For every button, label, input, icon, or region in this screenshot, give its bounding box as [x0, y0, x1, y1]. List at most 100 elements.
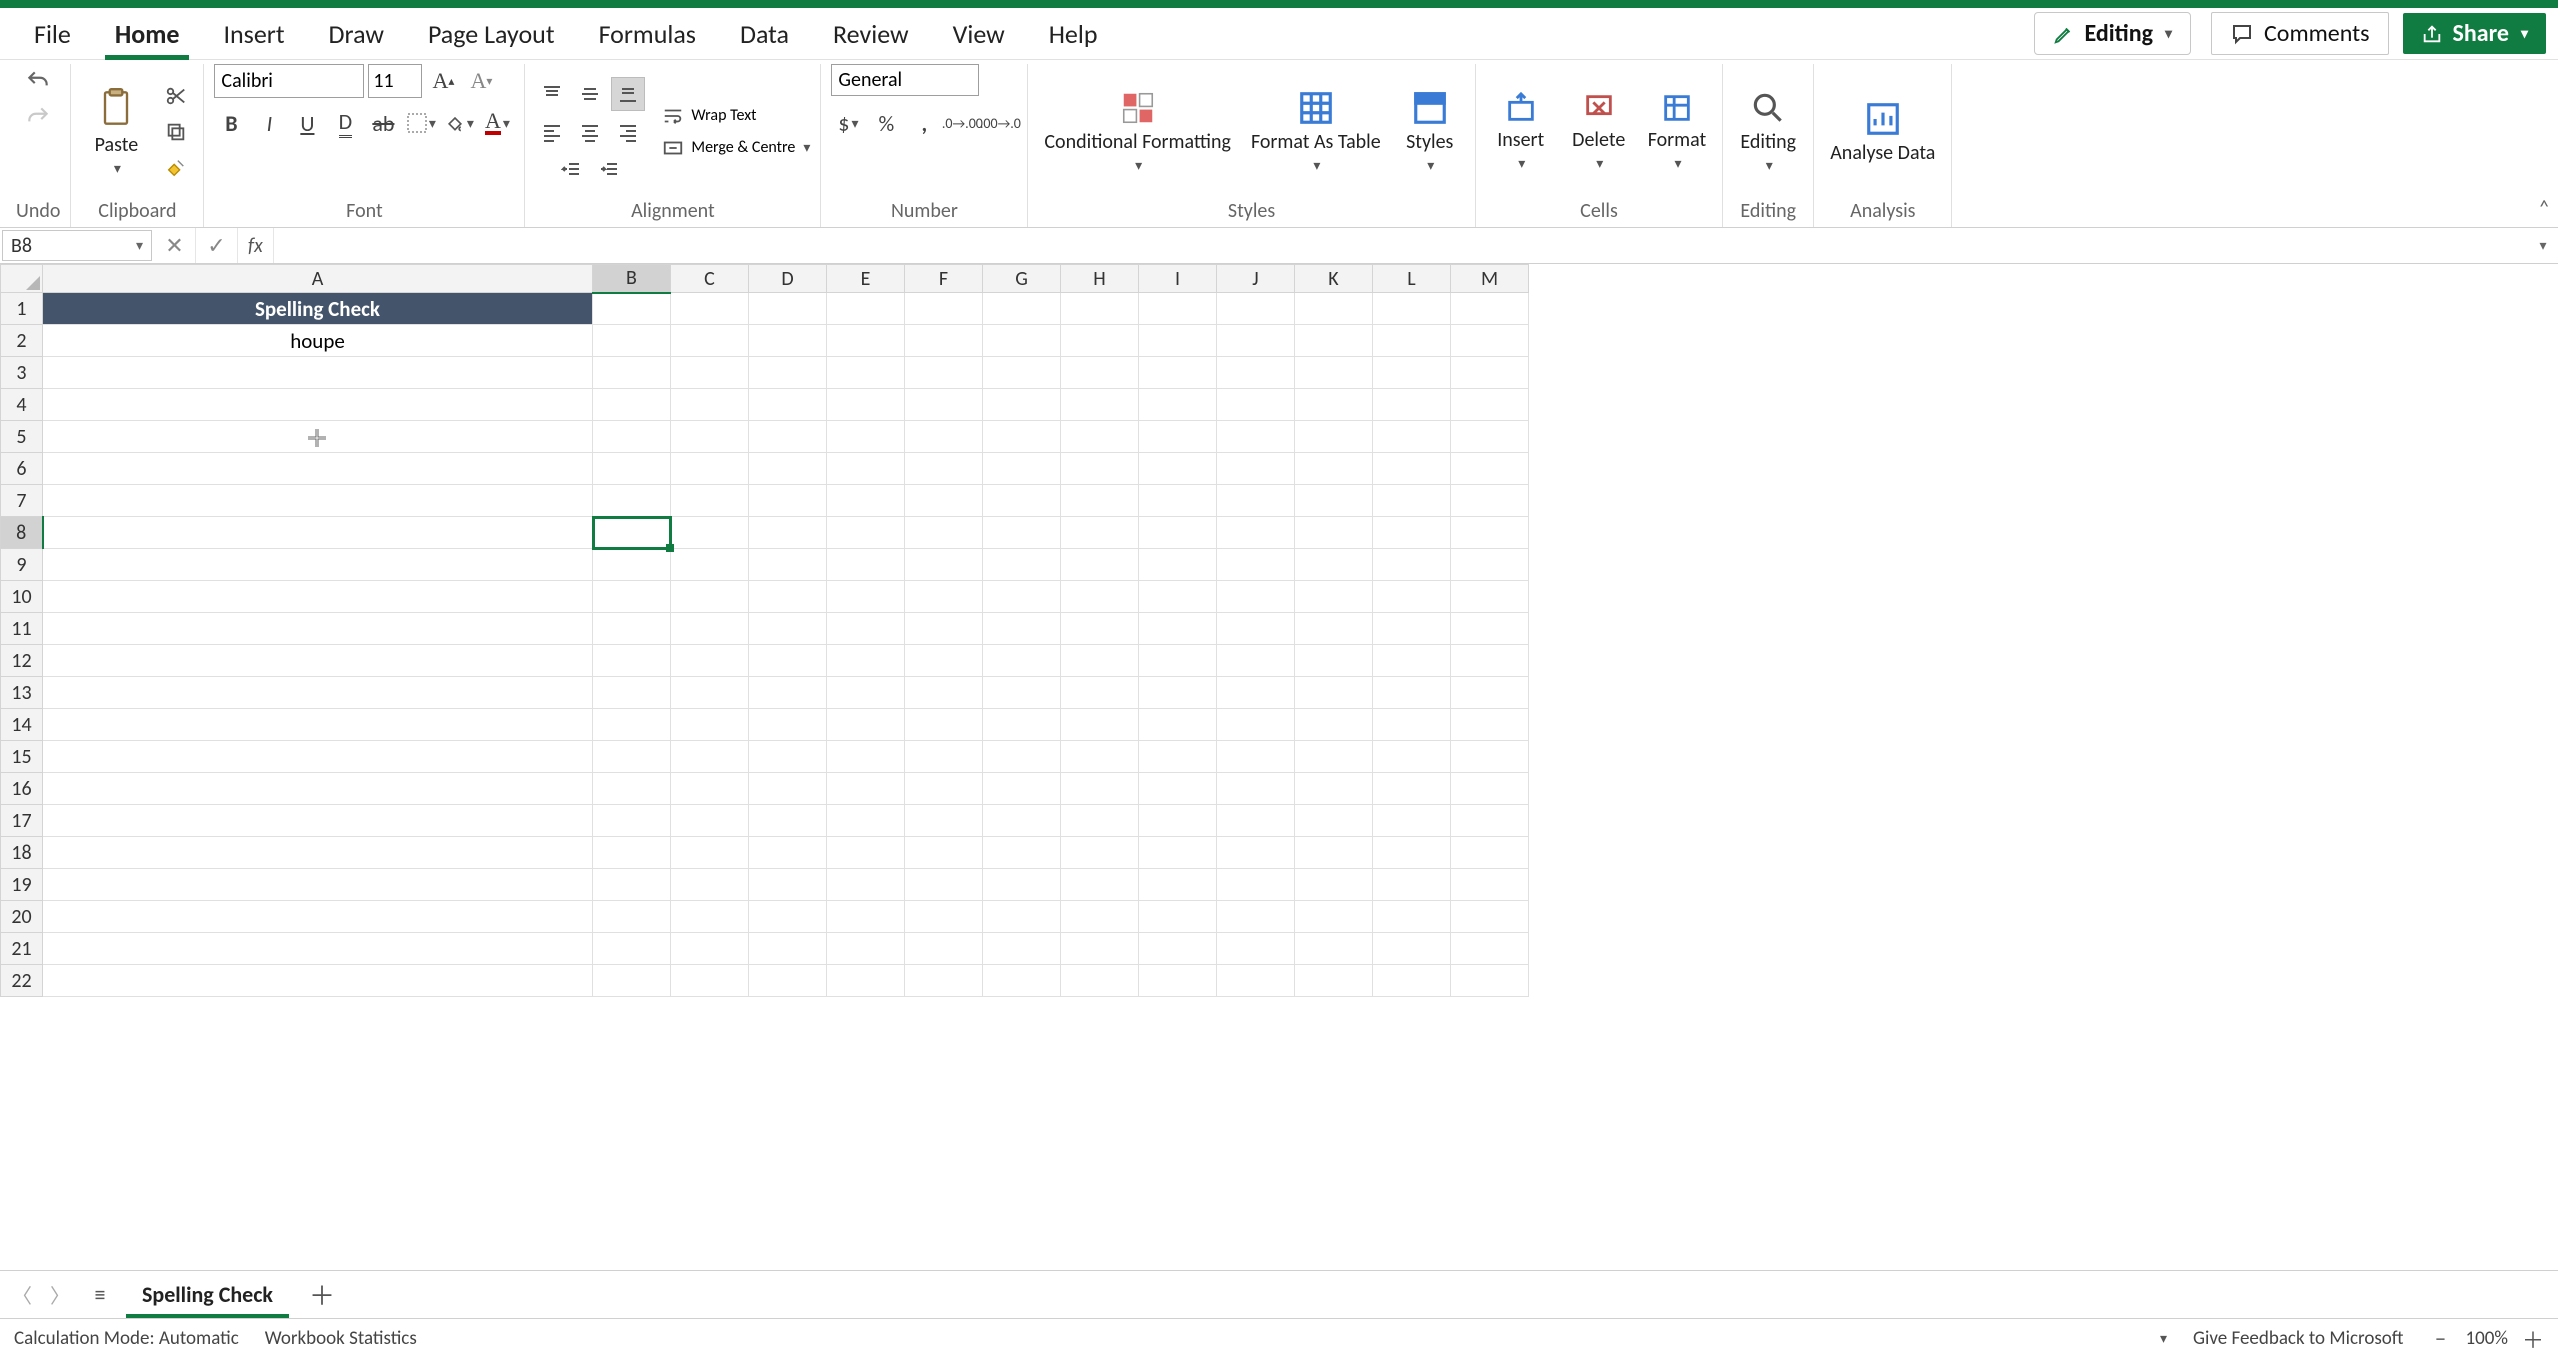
cell[interactable]: [43, 741, 593, 773]
underline-button[interactable]: U: [290, 106, 324, 140]
cell[interactable]: [43, 645, 593, 677]
tab-page-layout[interactable]: Page Layout: [406, 8, 577, 60]
cell[interactable]: [905, 581, 983, 613]
cell[interactable]: [827, 293, 905, 325]
cell[interactable]: [905, 325, 983, 357]
cell[interactable]: [1061, 901, 1139, 933]
cell[interactable]: [749, 389, 827, 421]
cell[interactable]: [749, 421, 827, 453]
enter-formula-button[interactable]: ✓: [196, 228, 238, 263]
align-bottom-button[interactable]: [611, 77, 645, 111]
cell[interactable]: [1217, 549, 1295, 581]
cell[interactable]: [1139, 293, 1217, 325]
cell[interactable]: [749, 549, 827, 581]
cell[interactable]: [1139, 453, 1217, 485]
cell[interactable]: [1373, 741, 1451, 773]
cell[interactable]: [905, 805, 983, 837]
cell[interactable]: [593, 613, 671, 645]
cell[interactable]: [749, 869, 827, 901]
cell[interactable]: [983, 613, 1061, 645]
cell[interactable]: Spelling Check: [43, 293, 593, 325]
cell[interactable]: [593, 357, 671, 389]
cell[interactable]: [749, 485, 827, 517]
cell[interactable]: [593, 581, 671, 613]
row-header[interactable]: 19: [1, 869, 43, 901]
next-sheet-button[interactable]: 〉: [46, 1281, 74, 1309]
cell[interactable]: [1217, 741, 1295, 773]
cell[interactable]: [1373, 709, 1451, 741]
cell[interactable]: [43, 421, 593, 453]
cell[interactable]: [827, 645, 905, 677]
row-header[interactable]: 21: [1, 933, 43, 965]
editing-group-button[interactable]: Editing▾: [1733, 85, 1803, 178]
decrease-decimal-button[interactable]: .00→.0: [983, 106, 1017, 140]
column-header[interactable]: M: [1451, 265, 1529, 293]
cell[interactable]: [827, 421, 905, 453]
column-header[interactable]: B: [593, 265, 671, 293]
cell[interactable]: [671, 901, 749, 933]
delete-cells-button[interactable]: Delete▾: [1564, 87, 1634, 176]
cell[interactable]: [827, 837, 905, 869]
cell[interactable]: [749, 453, 827, 485]
cell[interactable]: [983, 773, 1061, 805]
cell[interactable]: [1295, 549, 1373, 581]
cell[interactable]: [593, 773, 671, 805]
column-header[interactable]: G: [983, 265, 1061, 293]
redo-button[interactable]: [21, 100, 55, 134]
cell[interactable]: [1295, 741, 1373, 773]
cell[interactable]: [827, 741, 905, 773]
font-name-select[interactable]: [214, 64, 364, 98]
cell[interactable]: [905, 645, 983, 677]
cell[interactable]: [1139, 581, 1217, 613]
cell[interactable]: [983, 453, 1061, 485]
cell[interactable]: [43, 965, 593, 997]
zoom-in-button[interactable]: ＋: [2522, 1323, 2544, 1355]
cell[interactable]: [1139, 677, 1217, 709]
cell[interactable]: [671, 709, 749, 741]
cell[interactable]: [1295, 869, 1373, 901]
cell[interactable]: [1139, 357, 1217, 389]
cell[interactable]: [1139, 869, 1217, 901]
cell[interactable]: [749, 581, 827, 613]
column-header[interactable]: A: [43, 265, 593, 293]
cell[interactable]: [1451, 421, 1529, 453]
cell[interactable]: [1451, 485, 1529, 517]
cell[interactable]: [671, 613, 749, 645]
cell[interactable]: [983, 325, 1061, 357]
cell[interactable]: [1217, 485, 1295, 517]
insert-cells-button[interactable]: Insert▾: [1486, 87, 1556, 176]
cell[interactable]: [749, 965, 827, 997]
cell[interactable]: houpe: [43, 325, 593, 357]
cell[interactable]: [1139, 549, 1217, 581]
cell[interactable]: [905, 901, 983, 933]
row-header[interactable]: 11: [1, 613, 43, 645]
cell[interactable]: [749, 645, 827, 677]
feedback-button[interactable]: Give Feedback to Microsoft: [2193, 1327, 2404, 1350]
row-header[interactable]: 2: [1, 325, 43, 357]
cell[interactable]: [1451, 773, 1529, 805]
cell[interactable]: [1217, 389, 1295, 421]
cell[interactable]: [1061, 645, 1139, 677]
cell[interactable]: [1373, 421, 1451, 453]
cell[interactable]: [983, 357, 1061, 389]
cell[interactable]: [1217, 709, 1295, 741]
cell[interactable]: [827, 453, 905, 485]
cell[interactable]: [983, 805, 1061, 837]
cell[interactable]: [1295, 837, 1373, 869]
cell[interactable]: [827, 901, 905, 933]
cell[interactable]: [983, 389, 1061, 421]
cell[interactable]: [1451, 581, 1529, 613]
cell[interactable]: [1373, 965, 1451, 997]
cell[interactable]: [1139, 741, 1217, 773]
cell[interactable]: [593, 485, 671, 517]
tab-review[interactable]: Review: [811, 8, 931, 60]
row-header[interactable]: 3: [1, 357, 43, 389]
cell[interactable]: [905, 485, 983, 517]
cell[interactable]: [43, 485, 593, 517]
cell[interactable]: [749, 677, 827, 709]
cell[interactable]: [827, 389, 905, 421]
format-as-table-button[interactable]: Format As Table▾: [1245, 85, 1387, 178]
cancel-formula-button[interactable]: ✕: [154, 228, 196, 263]
cell[interactable]: [593, 709, 671, 741]
cell[interactable]: [827, 325, 905, 357]
